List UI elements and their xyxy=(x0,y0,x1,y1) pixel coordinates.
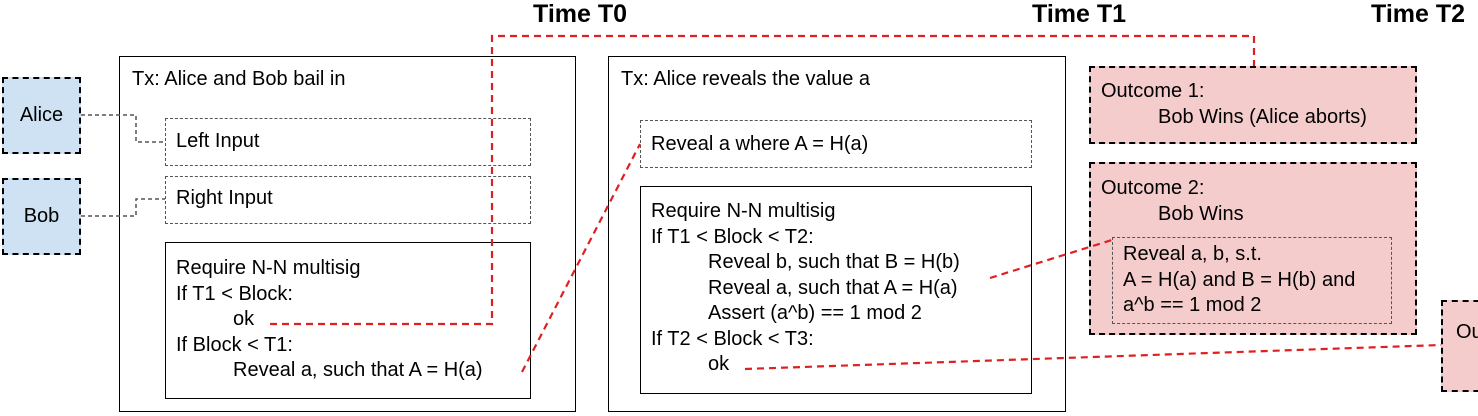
script-line: Reveal b, such that B = H(b) xyxy=(708,251,960,273)
script-line: Require N-N multisig xyxy=(651,200,836,222)
reveal-line: A = H(a) and B = H(b) and xyxy=(1123,268,1356,291)
right-input-label: Right Input xyxy=(176,187,273,209)
time-t0-label: Time T0 xyxy=(533,0,628,28)
script-line: If T1 < Block < T2: xyxy=(651,225,814,248)
time-t2-label: Time T2 xyxy=(1371,0,1466,28)
reveal-input-label: Reveal a where A = H(a) xyxy=(651,133,869,155)
reveal-line: Reveal a, b, s.t. xyxy=(1123,243,1262,265)
tx-bail-in-script-box: Require N-N multisig If T1 < Block: ok I… xyxy=(165,242,531,399)
tx-reveal-title: Tx: Alice reveals the value a xyxy=(621,68,871,90)
script-line: ok xyxy=(233,308,255,330)
outcome-3-box: Ou xyxy=(1441,300,1478,392)
left-input-box: Left Input xyxy=(165,118,531,166)
outcome-2-reveal-box: Reveal a, b, s.t. A = H(a) and B = H(b) … xyxy=(1112,237,1392,324)
tx-bail-in-title: Tx: Alice and Bob bail in xyxy=(132,68,346,90)
outcome-1-box: Outcome 1: Bob Wins (Alice aborts) xyxy=(1089,66,1417,144)
tx-bail-in-script: Require N-N multisig If T1 < Block: ok I… xyxy=(176,256,483,384)
outcome-3-title-partial: Ou xyxy=(1456,321,1478,343)
script-line: ok xyxy=(708,353,730,375)
script-line: Assert (a^b) == 1 mod 2 xyxy=(708,302,922,324)
outcome-2-detail: Bob Wins xyxy=(1158,203,1244,225)
alice-node: Alice xyxy=(2,77,81,154)
reveal-input-box: Reveal a where A = H(a) xyxy=(640,120,1032,168)
script-line: If Block < T1: xyxy=(176,333,293,356)
tx-reveal-script: Require N-N multisig If T1 < Block < T2:… xyxy=(651,199,960,378)
script-line: Reveal a, such that A = H(a) xyxy=(233,359,483,381)
script-line: Reveal a, such that A = H(a) xyxy=(708,276,958,299)
reveal-line: a^b == 1 mod 2 xyxy=(1123,294,1262,316)
alice-label: Alice xyxy=(19,104,64,126)
script-line: If T1 < Block: xyxy=(176,282,293,305)
outcome-2-reveal-text: Reveal a, b, s.t. A = H(a) and B = H(b) … xyxy=(1123,242,1355,319)
right-input-box: Right Input xyxy=(165,176,531,224)
bob-node: Bob xyxy=(2,178,81,255)
script-line: If T2 < Block < T3: xyxy=(651,327,814,350)
bob-label: Bob xyxy=(23,205,60,227)
tx-reveal-script-box: Require N-N multisig If T1 < Block < T2:… xyxy=(640,186,1032,394)
outcome-2-title: Outcome 2: xyxy=(1101,177,1205,199)
left-input-label: Left Input xyxy=(176,130,260,152)
outcome-1-title: Outcome 1: xyxy=(1101,80,1205,102)
time-t1-label: Time T1 xyxy=(1032,0,1127,28)
outcome-1-detail: Bob Wins (Alice aborts) xyxy=(1158,106,1367,128)
script-line: Require N-N multisig xyxy=(176,257,361,279)
